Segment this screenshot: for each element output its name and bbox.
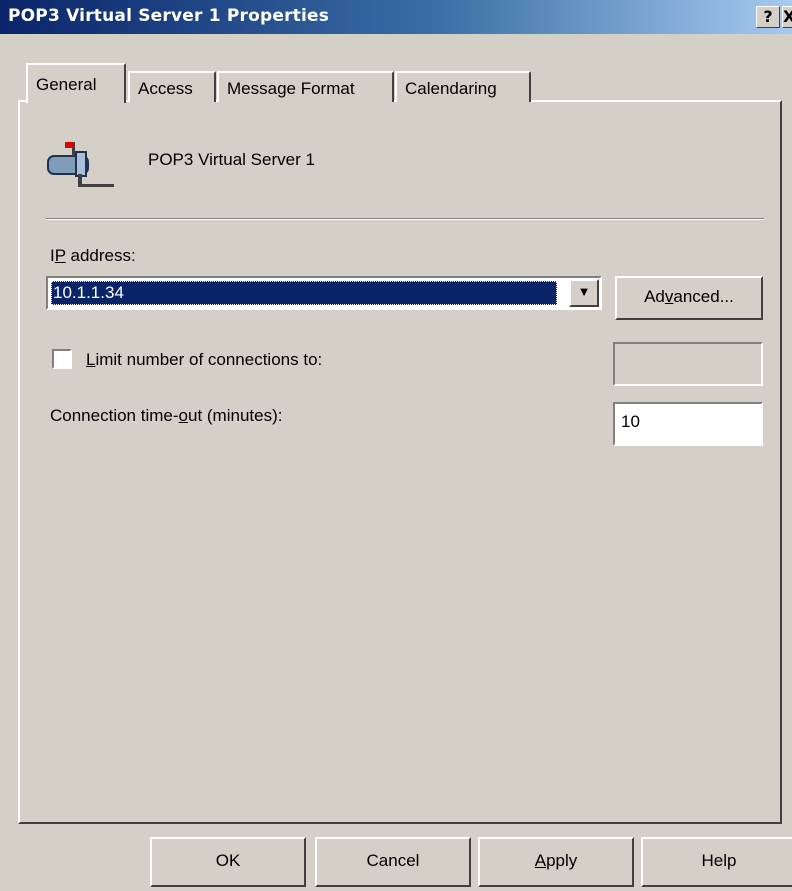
close-caption-button[interactable]: X	[782, 6, 792, 28]
help-button[interactable]: Help	[641, 837, 792, 887]
title-bar[interactable]: POP3 Virtual Server 1 Properties ? X	[0, 0, 792, 34]
tab-access[interactable]: Access	[128, 71, 216, 102]
tab-message-format[interactable]: Message Format	[217, 71, 394, 102]
ok-button[interactable]: OK	[150, 837, 306, 887]
separator	[46, 218, 764, 220]
help-caption-button[interactable]: ?	[756, 6, 780, 28]
apply-button[interactable]: Apply	[478, 837, 634, 887]
tab-general[interactable]: General	[26, 63, 126, 103]
connection-timeout-label: Connection time-out (minutes):	[50, 406, 283, 425]
limit-connections-label: Limit number of connections to:	[86, 350, 323, 369]
ip-address-dropdown[interactable]: 10.1.1.34 ▼	[46, 276, 602, 310]
dropdown-arrow-button[interactable]: ▼	[569, 279, 599, 307]
ip-address-value: 10.1.1.34	[51, 281, 557, 305]
chevron-down-icon: ▼	[577, 284, 591, 299]
connection-timeout-input[interactable]: 10	[613, 402, 763, 446]
cancel-button[interactable]: Cancel	[315, 837, 471, 887]
limit-connections-checkbox[interactable]	[52, 349, 72, 369]
mailbox-icon	[47, 142, 114, 187]
advanced-button[interactable]: Advanced...	[615, 276, 763, 320]
tab-panel-general	[18, 100, 782, 824]
tab-calendaring[interactable]: Calendaring	[395, 71, 531, 102]
limit-connections-input[interactable]	[613, 342, 763, 386]
server-name: POP3 Virtual Server 1	[148, 150, 315, 169]
ip-address-label: IP address:	[50, 246, 136, 265]
window-title: POP3 Virtual Server 1 Properties	[8, 6, 330, 26]
